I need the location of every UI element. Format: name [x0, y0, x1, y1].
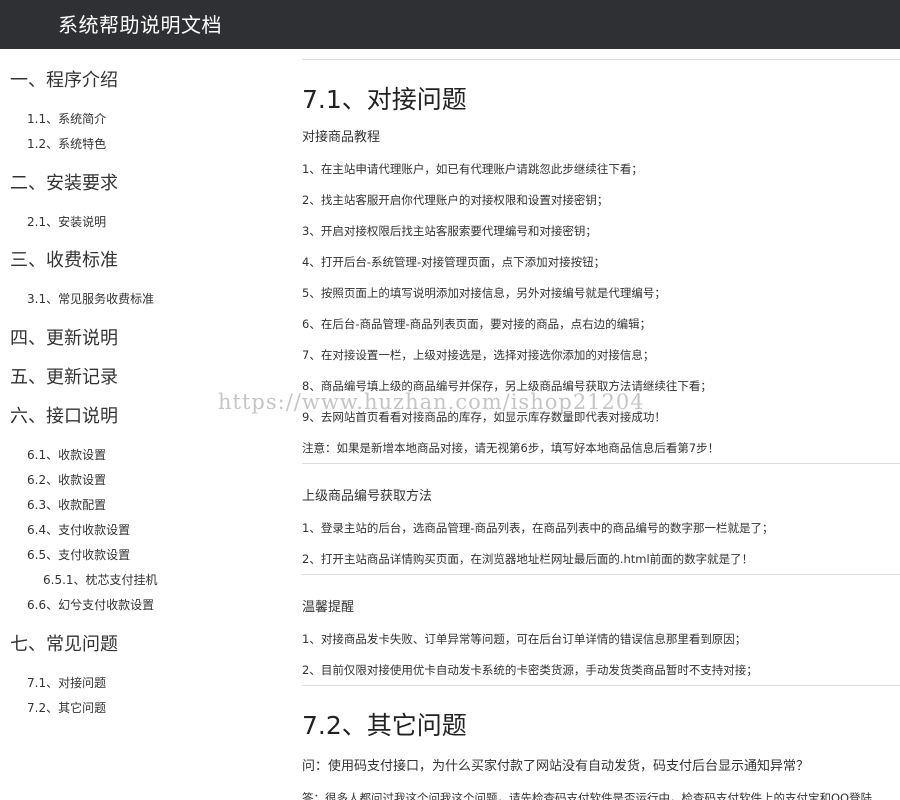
- page-title: 系统帮助说明文档: [58, 13, 222, 37]
- toc-item-1-2[interactable]: 1.2、系统特色: [27, 132, 106, 157]
- block-title-docking-tutorial: 对接商品教程: [302, 130, 381, 145]
- paragraph-line: 4、打开后台-系统管理-对接管理页面，点下添加对接按钮；: [302, 255, 606, 269]
- toc-item-6-5-1[interactable]: 6.5.1、枕芯支付挂机: [43, 568, 158, 593]
- toc-section-4[interactable]: 四、更新说明: [10, 328, 118, 350]
- toc-section-2[interactable]: 二、安装要求: [10, 173, 118, 195]
- toc-item-1-1[interactable]: 1.1、系统简介: [27, 107, 106, 132]
- toc-section-6[interactable]: 六、接口说明: [10, 406, 118, 428]
- paragraph-line: 2、目前仅限对接使用优卡自动发卡系统的卡密类货源，手动发货类商品暂时不支持对接；: [302, 663, 758, 677]
- paragraph-line: 2、找主站客服开启你代理账户的对接权限和设置对接密钥；: [302, 193, 609, 207]
- paragraph-line: 2、打开主站商品详情购买页面，在浏览器地址栏网址最后面的.html前面的数字就是…: [302, 552, 754, 566]
- toc-item-6-1[interactable]: 6.1、收款设置: [27, 443, 106, 468]
- divider: [302, 685, 900, 686]
- toc-item-7-2[interactable]: 7.2、其它问题: [27, 696, 106, 721]
- toc-item-6-5[interactable]: 6.5、支付收款设置: [27, 543, 130, 568]
- paragraph-line: 1、在主站申请代理账户，如已有代理账户请跳忽此步继续往下看；: [302, 162, 643, 176]
- toc-item-6-3[interactable]: 6.3、收款配置: [27, 493, 106, 518]
- header-bar: 系统帮助说明文档: [0, 0, 900, 49]
- paragraph-line: 3、开启对接权限后找主站客服索要代理编号和对接密钥；: [302, 224, 597, 238]
- toc-section-7[interactable]: 七、常见问题: [10, 634, 118, 656]
- divider: [302, 463, 900, 464]
- toc-item-7-1[interactable]: 7.1、对接问题: [27, 671, 106, 696]
- toc-section-5[interactable]: 五、更新记录: [10, 367, 118, 389]
- paragraph-line: 1、登录主站的后台，选商品管理-商品列表，在商品列表中的商品编号的数字那一栏就是…: [302, 521, 774, 535]
- block-title-sku-method: 上级商品编号获取方法: [302, 489, 433, 504]
- section-heading-7-2: 7.2、其它问题: [302, 711, 467, 740]
- divider: [302, 59, 900, 60]
- section-heading-7-1: 7.1、对接问题: [302, 85, 467, 114]
- faq-answer: 答：很多人都问过我这个问我这个问题，请先检查码支付软件是否运行中，检查码支付软件…: [302, 791, 873, 800]
- toc-section-3[interactable]: 三、收费标准: [10, 250, 118, 272]
- toc-item-6-6[interactable]: 6.6、幻兮支付收款设置: [27, 593, 154, 618]
- paragraph-line: 1、对接商品发卡失败、订单异常等问题，可在后台订单详情的错误信息那里看到原因；: [302, 632, 747, 646]
- doc-content: 7.1、对接问题 对接商品教程 1、在主站申请代理账户，如已有代理账户请跳忽此步…: [302, 49, 900, 800]
- toc-item-3-1[interactable]: 3.1、常见服务收费标准: [27, 287, 154, 312]
- toc-item-6-2[interactable]: 6.2、收款设置: [27, 468, 106, 493]
- toc-section-1[interactable]: 一、程序介绍: [10, 70, 118, 92]
- faq-question: 问：使用码支付接口，为什么买家付款了网站没有自动发货，码支付后台显示通知异常？: [302, 759, 810, 774]
- toc-item-6-4[interactable]: 6.4、支付收款设置: [27, 518, 130, 543]
- sidebar-toc: 一、程序介绍 1.1、系统简介 1.2、系统特色 二、安装要求 2.1、安装说明…: [0, 49, 280, 800]
- paragraph-line: 9、去网站首页看看对接商品的库存，如显示库存数量即代表对接成功！: [302, 410, 666, 424]
- paragraph-line: 6、在后台-商品管理-商品列表页面，要对接的商品，点右边的编辑；: [302, 317, 652, 331]
- toc-item-2-1[interactable]: 2.1、安装说明: [27, 210, 106, 235]
- paragraph-line: 7、在对接设置一栏，上级对接选是，选择对接选你添加的对接信息；: [302, 348, 655, 362]
- divider: [302, 574, 900, 575]
- paragraph-line: 5、按照页面上的填写说明添加对接信息，另外对接编号就是代理编号；: [302, 286, 666, 300]
- block-title-tips: 温馨提醒: [302, 600, 355, 615]
- paragraph-note: 注意：如果是新增本地商品对接，请无视第6步，填写好本地商品信息后看第7步！: [302, 441, 720, 455]
- paragraph-line: 8、商品编号填上级的商品编号并保存，另上级商品编号获取方法请继续往下看；: [302, 379, 712, 393]
